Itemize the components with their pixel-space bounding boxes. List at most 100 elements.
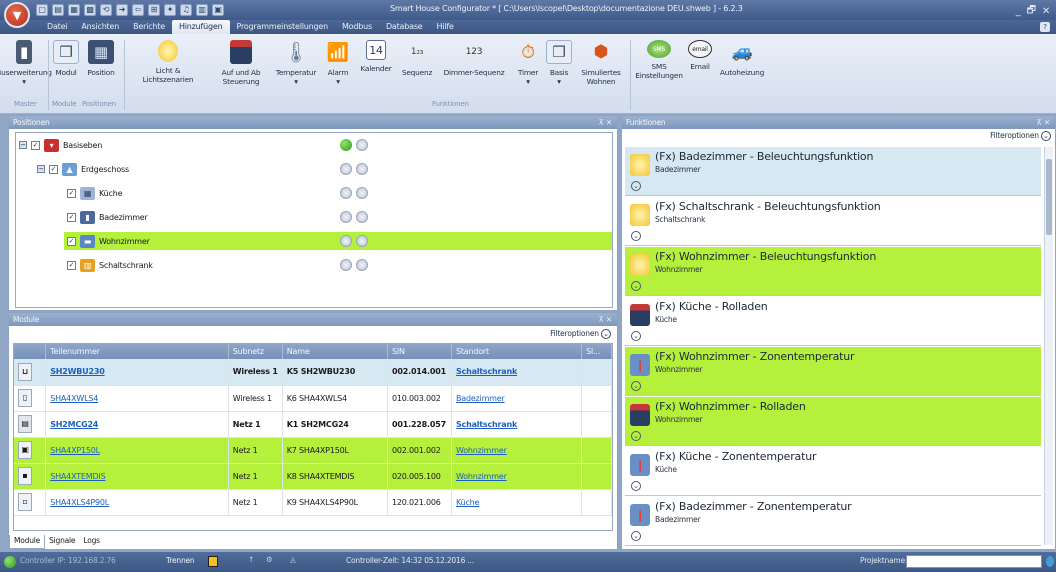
- checkbox[interactable]: ✓: [67, 236, 76, 246]
- tab-module[interactable]: Module: [9, 535, 46, 549]
- email-button[interactable]: email Email: [686, 40, 714, 71]
- function-item[interactable]: (Fx) Schaltschrank - Beleuchtungsfunktio…: [625, 197, 1041, 246]
- column-header[interactable]: [14, 344, 47, 359]
- tab-berichte[interactable]: Berichte: [126, 20, 172, 34]
- function-item[interactable]: (Fx) Wohnzimmer - Rolladen Wohnzimmer ⌄: [625, 397, 1041, 446]
- save-as-icon[interactable]: ▩: [84, 4, 96, 16]
- scrollbar-thumb[interactable]: [1046, 159, 1052, 235]
- restore-icon[interactable]: 🗗: [1027, 3, 1036, 20]
- basis-button[interactable]: ❒ Basis ▾: [546, 40, 572, 86]
- function-item[interactable]: (Fx) Wohnzimmer - Beleuchtungsfunktion W…: [625, 247, 1041, 296]
- part-number-link[interactable]: SHA4XP150L: [50, 446, 100, 455]
- function-item[interactable]: ❙ (Fx) Badezimmer - Zonentemperatur Bade…: [625, 497, 1041, 546]
- new-icon[interactable]: ▢: [36, 4, 48, 16]
- temperatur-button[interactable]: 🌡 Temperatur ▾: [272, 40, 320, 87]
- tree-node-wohnzimmer[interactable]: ✓ ▬ Wohnzimmer: [67, 232, 150, 250]
- sequenz-button[interactable]: 1₂₃ Sequenz: [400, 40, 434, 77]
- checkbox[interactable]: ✓: [67, 260, 76, 270]
- column-header-slot[interactable]: Sl...: [581, 344, 612, 359]
- tree-node-kueche[interactable]: ✓ ▦ Küche: [67, 184, 123, 202]
- tab-programmeinstellungen[interactable]: Programmeinstellungen: [230, 20, 335, 34]
- licht-button[interactable]: Licht & Lichtszenarien: [138, 40, 198, 84]
- checkbox[interactable]: ✓: [67, 188, 76, 198]
- column-header-teilenummer[interactable]: Teilenummer: [45, 344, 229, 359]
- tab-modbus[interactable]: Modbus: [335, 20, 379, 34]
- collapse-icon[interactable]: −: [19, 141, 27, 149]
- location-link[interactable]: Wohnzimmer: [456, 446, 507, 455]
- auf-ab-button[interactable]: Auf und Ab Steuerung: [218, 40, 264, 86]
- help-icon[interactable]: ?: [1040, 22, 1050, 32]
- info-icon[interactable]: [1046, 556, 1054, 567]
- tab-datei[interactable]: Datei: [40, 20, 74, 34]
- tab-database[interactable]: Database: [379, 20, 430, 34]
- function-item[interactable]: ❙ (Fx) Wohnzimmer - Zonentemperatur Wohn…: [625, 347, 1041, 396]
- timer-button[interactable]: ⏱ Timer ▾: [514, 40, 542, 86]
- column-header-sin[interactable]: SIN: [387, 344, 452, 359]
- expand-chevron-icon[interactable]: ⌄: [631, 181, 641, 191]
- expand-chevron-icon[interactable]: ⌄: [631, 531, 641, 541]
- tab-hinzufuegen[interactable]: Hinzufügen: [171, 20, 230, 34]
- table-row[interactable]: ▪ SHA4XTEMDIS Netz 1 K8 SHA4XTEMDIS 020.…: [14, 463, 612, 490]
- save-icon[interactable]: ▦: [68, 4, 80, 16]
- wizard-icon[interactable]: ✦: [164, 4, 176, 16]
- function-item[interactable]: (Fx) Küche - Rolladen Küche ⌄: [625, 297, 1041, 346]
- kalender-button[interactable]: 14 Kalender: [356, 40, 396, 73]
- location-link[interactable]: Schaltschrank: [456, 367, 517, 376]
- disconnect-button[interactable]: Trennen: [166, 556, 195, 565]
- close-icon[interactable]: ✕: [1042, 6, 1050, 17]
- save-icon[interactable]: [208, 556, 218, 567]
- refresh-icon[interactable]: ⟲: [100, 4, 112, 16]
- simuliertes-wohnen-button[interactable]: ⬢ Simuliertes Wohnen: [578, 40, 624, 86]
- buserweiterung-button[interactable]: ▮ Buserweiterung ▾: [0, 40, 52, 86]
- checkbox[interactable]: ✓: [31, 140, 40, 150]
- column-header-subnetz[interactable]: Subnetz: [228, 344, 283, 359]
- user-icon[interactable]: ◬: [290, 555, 296, 564]
- modul-button[interactable]: ❒ Modul: [52, 40, 80, 77]
- part-number-link[interactable]: SHA4XLS4P90L: [50, 498, 109, 507]
- pin-close-icon[interactable]: ⊼ ✕: [598, 313, 612, 326]
- part-number-link[interactable]: SH2WBU230: [50, 367, 105, 376]
- download-icon[interactable]: ⇦: [132, 4, 144, 16]
- tab-ansichten[interactable]: Ansichten: [74, 20, 126, 34]
- table-row[interactable]: ▣ SHA4XP150L Netz 1 K7 SHA4XP150L 002.00…: [14, 437, 612, 464]
- upload-icon[interactable]: ➜: [116, 4, 128, 16]
- sms-einstellungen-button[interactable]: SMS SMS Einstellungen: [635, 40, 683, 80]
- application-menu-button[interactable]: ▼: [4, 2, 30, 28]
- antenna-icon[interactable]: ↑: [248, 555, 254, 564]
- table-row[interactable]: ▫ SHA4XLS4P90L Netz 1 K9 SHA4XLS4P90L 12…: [14, 489, 612, 516]
- module-icon[interactable]: ▥: [196, 4, 208, 16]
- function-item[interactable]: ❙ (Fx) Küche - Zonentemperatur Küche ⌄: [625, 447, 1041, 496]
- grid-icon[interactable]: ⊞: [148, 4, 160, 16]
- module-filter[interactable]: Filteroptionen ⌄: [550, 329, 611, 339]
- collapse-icon[interactable]: −: [37, 165, 45, 173]
- position-button[interactable]: ▦ Position: [84, 40, 118, 77]
- checkbox[interactable]: ✓: [67, 212, 76, 222]
- location-link[interactable]: Schaltschrank: [456, 420, 517, 429]
- part-number-link[interactable]: SH2MCG24: [50, 420, 98, 429]
- autoheizung-button[interactable]: 🚙 Autoheizung: [718, 40, 766, 77]
- chevron-down-icon[interactable]: ⌄: [1041, 131, 1051, 141]
- column-header-standort[interactable]: Standort: [451, 344, 583, 359]
- part-number-link[interactable]: SHA4XWLS4: [50, 394, 98, 403]
- expand-chevron-icon[interactable]: ⌄: [631, 231, 641, 241]
- funktionen-filter[interactable]: Filteroptionen ⌄: [990, 131, 1051, 141]
- location-link[interactable]: Wohnzimmer: [456, 472, 507, 481]
- expand-chevron-icon[interactable]: ⌄: [631, 431, 641, 441]
- dimmer-sequenz-button[interactable]: 123 Dimmer-Sequenz: [440, 40, 508, 77]
- table-row[interactable]: ▤ SH2MCG24 Netz 1 K1 SH2MCG24 001.228.05…: [14, 411, 612, 438]
- column-header-name[interactable]: Name: [282, 344, 389, 359]
- minimize-icon[interactable]: _: [1016, 6, 1021, 17]
- location-link[interactable]: Küche: [456, 498, 480, 507]
- chevron-down-icon[interactable]: ⌄: [601, 329, 611, 339]
- table-row[interactable]: ▯ SHA4XWLS4 Wireless 1 K6 SHA4XWLS4 010.…: [14, 385, 612, 412]
- function-item[interactable]: (Fx) Badezimmer - Beleuchtungsfunktion B…: [625, 147, 1041, 196]
- open-icon[interactable]: ▤: [52, 4, 64, 16]
- location-link[interactable]: Badezimmer: [456, 394, 505, 403]
- vertical-scrollbar[interactable]: [1044, 147, 1053, 545]
- tab-hilfe[interactable]: Hilfe: [430, 20, 461, 34]
- tree-node-erdgeschoss[interactable]: − ✓ ▲ Erdgeschoss: [37, 160, 129, 178]
- export-icon[interactable]: ▣: [212, 4, 224, 16]
- settings-icon[interactable]: ⚙: [266, 555, 273, 564]
- tab-signale[interactable]: Signale: [45, 535, 79, 549]
- alarm-button[interactable]: 📶 Alarm ▾: [324, 40, 352, 86]
